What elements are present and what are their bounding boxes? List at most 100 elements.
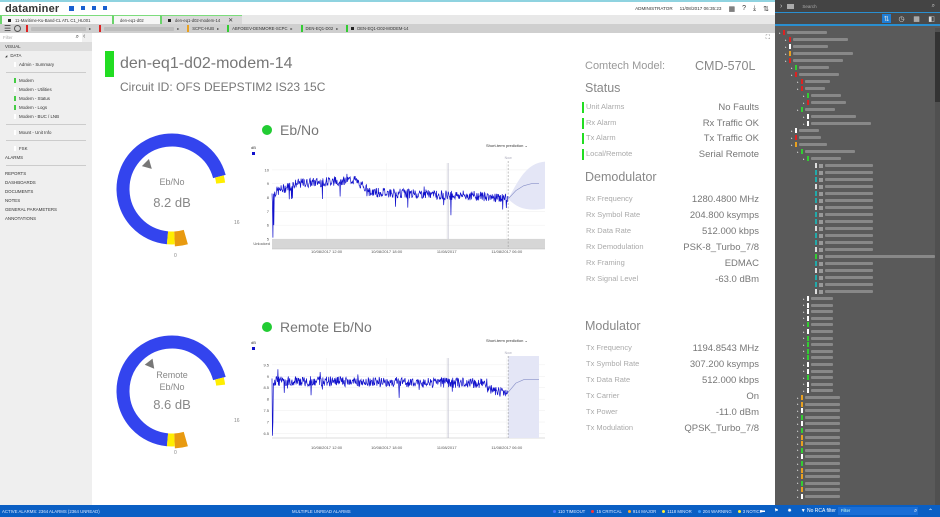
tree-node[interactable]: ▸ [803, 375, 833, 381]
sidebar-dashboards[interactable]: DASHBOARDS [0, 178, 92, 187]
apps-icon[interactable]: ▦ [728, 5, 735, 13]
sidebar-item-modem-buc-lnb[interactable]: Modem - BUC / LNB [0, 112, 92, 121]
tree-node[interactable]: ▸ [797, 428, 840, 433]
menu-icon[interactable]: ☰ [4, 24, 11, 33]
sidebar-item-modem-status[interactable]: Modem - Status [0, 94, 92, 103]
tree-node[interactable]: ▸ [803, 329, 833, 334]
breadcrumb-item[interactable]: ▸ [99, 25, 179, 32]
tree-node[interactable]: ▸ [785, 44, 828, 49]
app-switcher[interactable] [69, 6, 108, 11]
breadcrumb-item[interactable]: SCPC-HUB ▸ [187, 25, 219, 32]
tree-node[interactable]: ▸ [797, 474, 840, 480]
sidebar-item-modem[interactable]: Modem [0, 76, 92, 85]
tree-node[interactable]: ▸ [803, 302, 833, 308]
tree-node[interactable]: ▸ [803, 322, 833, 328]
tree-node[interactable]: ▸ [791, 135, 821, 140]
tree-node[interactable]: ▸ [803, 381, 833, 387]
settings-icon[interactable]: ✹ [787, 508, 791, 514]
sidebar-data[interactable]: ◢ DATA [0, 51, 92, 60]
tree-node[interactable] [815, 198, 873, 203]
tree-node[interactable]: ▸ [791, 65, 829, 70]
surveyor-tree[interactable]: ▸ ▸ ▸ ▸ ▸ ▸ ▸ ▸ ▸ ▸ ▸ ▸ ▸ ▸ ▸ ▸ ▸ ▸ ▸ ▸ ▸ ▸ ▸ ▸ ▸ ▸ ▸ ▸ ▸ ▸ ▸ ▸ ▸ ▸ ▸ ▸ ▸ ▸ ▸ ▸… [775, 28, 935, 505]
tree-node[interactable]: ▸ [803, 335, 833, 341]
tree-node[interactable]: ▸ [797, 461, 840, 466]
prediction-dropdown[interactable]: Short-term prediction ⌄ [486, 143, 528, 148]
tree-node[interactable]: ▸ [803, 114, 856, 119]
breadcrumb-item[interactable]: ▸ [26, 25, 91, 32]
tree-node[interactable]: ▸ [797, 480, 840, 486]
surveyor-search-input[interactable]: Search [802, 4, 931, 9]
tree-node[interactable] [815, 275, 873, 280]
tree-node[interactable] [815, 282, 873, 287]
user-name[interactable]: ADMINISTRATOR [635, 6, 673, 11]
tree-node[interactable] [815, 184, 873, 189]
alarm-filter-input[interactable]: Filter [838, 507, 918, 515]
sidebar-documents[interactable]: DOCUMENTS [0, 187, 92, 196]
tree-node[interactable]: ▸ [797, 401, 840, 407]
tree-node[interactable] [815, 226, 873, 231]
tab-card-3[interactable]: den-eq1-d02-modem-14 ✕ [160, 15, 242, 24]
active-alarms-text[interactable]: ACTIVE ALARMS: 2364 ALARMS (2364 UNREAD) [2, 509, 100, 514]
tree-node[interactable]: ▸ [797, 421, 840, 427]
prediction-dropdown[interactable]: Short-term prediction ⌄ [486, 338, 528, 343]
search-icon[interactable]: ⌕ [914, 508, 917, 515]
tree-node[interactable]: ▸ [803, 121, 871, 126]
tree-node[interactable]: ▸ [797, 107, 835, 112]
unread-alarms-text[interactable]: MULTIPLE UNREAD ALARMS [292, 509, 351, 514]
breadcrumb-item[interactable]: ABFOEEV-DENMORE-SCPC ▸ [227, 25, 293, 32]
help-icon[interactable]: ? [742, 5, 746, 12]
tree-node[interactable]: ▸ [785, 58, 843, 63]
tree-node[interactable]: ▸ [797, 86, 825, 91]
tree-node[interactable]: ▸ [797, 467, 840, 473]
tree-node[interactable]: ▸ [797, 454, 840, 460]
alarm-count-0[interactable]: 110 TIMEOUT [553, 509, 585, 514]
swap-icon[interactable]: ⇅ [763, 5, 769, 13]
tree-node[interactable] [815, 233, 873, 238]
sidebar-item-modem-logs[interactable]: Modem - Logs [0, 103, 92, 112]
breadcrumb-item[interactable]: DEN-EQ1-D02 ▸ [300, 25, 338, 32]
tree-node[interactable] [815, 289, 873, 294]
tree-node[interactable]: ▸ [803, 355, 833, 361]
tree-node[interactable]: ▸ [803, 362, 833, 367]
ebno-trend-chart[interactable]: 10 9 8 7 6 5 dB 10/08/2017 12:00 10/08/2017 18:0… [250, 141, 560, 261]
close-icon[interactable]: ✕ [228, 17, 233, 24]
tree-node[interactable]: ▸ [797, 149, 855, 154]
tree-node[interactable] [815, 205, 873, 210]
sidebar-visual[interactable]: VISUAL [0, 42, 92, 51]
recent-icon[interactable]: ◷ [897, 14, 906, 23]
tree-node[interactable]: ▸ [803, 156, 841, 161]
tree-node[interactable] [815, 268, 873, 273]
tree-node[interactable]: ▸ [797, 447, 840, 453]
tree-node[interactable]: ▸ [791, 72, 839, 77]
tree-node[interactable] [815, 247, 873, 252]
tree-node[interactable]: ▸ [803, 368, 833, 374]
history-icon[interactable] [14, 25, 22, 32]
tree-node[interactable] [815, 177, 873, 182]
tab-card-1[interactable]: 11-Maritime-Ku-Band-CL ATL C1_HL001 [0, 15, 112, 24]
tree-node[interactable]: ▸ [797, 408, 840, 414]
tree-node[interactable]: ▸ [797, 487, 840, 493]
sidebar-item-modem-utilities[interactable]: Modem - Utilities [0, 85, 92, 94]
tree-node[interactable]: ▸ [797, 79, 830, 84]
surveyor-scrollbar[interactable] [935, 28, 940, 505]
collapse-surveyor-icon[interactable]: › [780, 3, 782, 10]
tree-node[interactable] [815, 212, 873, 217]
tree-node[interactable]: ▸ [791, 142, 827, 147]
chat-icon[interactable]: ▬ [760, 508, 765, 514]
tree-node[interactable]: ▸ [803, 100, 846, 105]
remote-ebno-trend-chart[interactable]: 9.5 9 8.5 8 7.5 7 6.5 dB 10/08/2017 12:00 10/08/2… [250, 336, 560, 456]
tab-card-2[interactable]: den-eq1-d02 [112, 15, 160, 24]
alarm-count-2[interactable]: 914 MAJOR [627, 509, 656, 514]
sidebar-general-parameters[interactable]: GENERAL PARAMETERS [0, 205, 92, 214]
tree-node[interactable]: ▸ [797, 395, 840, 400]
sidebar-notes[interactable]: NOTES [0, 196, 92, 205]
collapse-sidebar-icon[interactable]: ‹ [83, 33, 85, 40]
tree-node[interactable]: ▸ [779, 30, 827, 35]
alarm-count-5[interactable]: 3 NOTICE [737, 509, 763, 514]
tree-node[interactable]: ▸ [791, 128, 819, 133]
tree-node[interactable]: ▸ [803, 315, 833, 321]
split-view-icon[interactable]: ◧ [927, 14, 936, 23]
tree-node[interactable]: ▸ [797, 414, 840, 420]
sidebar-item-fsk[interactable]: FSK [0, 144, 92, 153]
alarm-count-4[interactable]: 204 WARNING [697, 509, 732, 514]
